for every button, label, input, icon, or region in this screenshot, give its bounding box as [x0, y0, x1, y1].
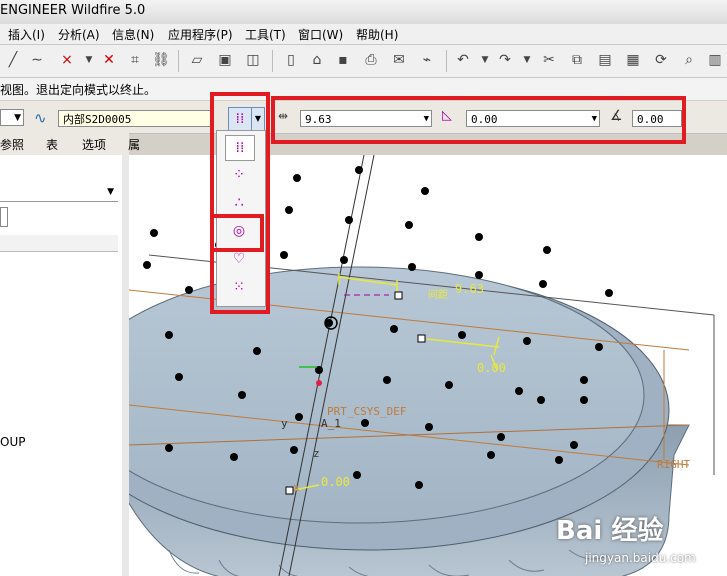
- toolbar-divider: [178, 50, 179, 72]
- redo-dropdown-icon[interactable]: ▼: [516, 49, 538, 71]
- spacing-label: 间距: [428, 290, 448, 301]
- paste-icon[interactable]: ▤: [594, 49, 616, 71]
- axis-y-label: y: [281, 417, 288, 430]
- baidu-logo: Bai 经验: [556, 516, 664, 546]
- collector-field[interactable]: ▼: [0, 109, 24, 126]
- chevron-down-icon: ▼: [14, 113, 21, 123]
- toolbar: ╱ ∼ × ▼ ✕ ⌗ ⛓ ▱ ▣ ◫ ▯ ⌂ ▪ ⎙ ✉ ⌁ ↶ ▼ ↷ ▼ …: [0, 45, 727, 78]
- menu-tools[interactable]: 工具(T): [245, 26, 286, 43]
- panel-field[interactable]: [0, 207, 8, 227]
- sketch-field[interactable]: 内部S2D0005: [58, 110, 214, 127]
- menu-analysis[interactable]: 分析(A): [58, 26, 100, 43]
- group-label: OUP: [0, 435, 26, 449]
- paste-special-icon[interactable]: ▦: [622, 49, 644, 71]
- link-icon[interactable]: ⛓: [150, 49, 172, 71]
- toolbar-divider: [446, 50, 447, 72]
- save-icon[interactable]: ▪: [332, 49, 354, 71]
- open-folder-icon[interactable]: ⌂: [306, 49, 328, 71]
- view-orient-icon[interactable]: ▣: [214, 49, 236, 71]
- dimension-handle: [394, 291, 403, 300]
- angle-dimension-value[interactable]: 0.00: [321, 475, 350, 489]
- point-dropdown-icon[interactable]: ▼: [78, 49, 100, 71]
- menu-info[interactable]: 信息(N): [112, 26, 154, 43]
- dimension-handle: [417, 334, 426, 343]
- menu-applications[interactable]: 应用程序(P): [168, 26, 233, 43]
- annotation-box-dropdown: [210, 92, 270, 314]
- menu-bar: 插入(I) 分析(A) 信息(N) 应用程序(P) 工具(T) 窗口(W) 帮助…: [0, 24, 727, 45]
- regenerate-icon[interactable]: ⟳: [650, 49, 672, 71]
- tab-options[interactable]: 选项: [82, 136, 106, 153]
- sketch-line-icon[interactable]: ╱: [2, 49, 24, 71]
- model-tree-panel: ▼ OUP: [0, 155, 123, 576]
- send-icon[interactable]: ⌁: [416, 49, 438, 71]
- redo-icon[interactable]: ↷: [494, 49, 516, 71]
- point-icon[interactable]: ×: [56, 49, 78, 71]
- dimension-handle: [285, 486, 294, 495]
- layer-icon[interactable]: ◫: [242, 49, 264, 71]
- annotation-box-values: [271, 96, 686, 144]
- menu-window[interactable]: 窗口(W): [298, 26, 343, 43]
- title-bar: ENGINEER Wildfire 5.0: [0, 0, 727, 25]
- sketch-curve-icon: ∿: [34, 109, 47, 127]
- select-icon[interactable]: ▥: [704, 49, 726, 71]
- tab-references[interactable]: 参照: [0, 136, 24, 153]
- spacing-dimension-value[interactable]: 9.63: [455, 282, 484, 296]
- dashboard-tabs: 参照 表 选项 属性: [0, 133, 140, 169]
- tab-table[interactable]: 表: [46, 136, 58, 153]
- undo-icon[interactable]: ↶: [452, 49, 474, 71]
- app-title: ENGINEER Wildfire 5.0: [0, 3, 146, 18]
- annotation-box-circle-option: [210, 214, 264, 252]
- datum-plane-label: RIGHT: [657, 458, 691, 471]
- menu-insert[interactable]: 插入(I): [8, 26, 45, 43]
- menu-help[interactable]: 帮助(H): [356, 26, 398, 43]
- copy-icon[interactable]: ⧉: [566, 49, 588, 71]
- panel-header: ▼: [0, 187, 118, 202]
- print-icon[interactable]: ⎙: [360, 49, 382, 71]
- email-icon[interactable]: ✉: [388, 49, 410, 71]
- axis-label: A_1: [321, 417, 341, 430]
- toolbar-divider: [272, 50, 273, 72]
- new-file-icon[interactable]: ▯: [280, 49, 302, 71]
- find-icon[interactable]: ⌕: [678, 49, 700, 71]
- view-icon[interactable]: ▱: [186, 49, 208, 71]
- undo-dropdown-icon[interactable]: ▼: [474, 49, 496, 71]
- chevron-down-icon[interactable]: ▼: [107, 187, 114, 197]
- axis-x-label: x: [293, 481, 300, 494]
- status-message: 视图。退出定向模式以终止。: [0, 83, 157, 97]
- panel-row: [0, 235, 118, 252]
- cut-icon[interactable]: ✂: [538, 49, 560, 71]
- spline-icon[interactable]: ∼: [26, 49, 48, 71]
- axis-z-label: z: [313, 447, 320, 460]
- dimension-icon[interactable]: ⌗: [124, 49, 146, 71]
- trim-icon[interactable]: ✕: [98, 49, 120, 71]
- panel-scrollbar[interactable]: [122, 155, 129, 576]
- csys-origin: [316, 380, 322, 386]
- edge-dimension-value[interactable]: 0.00: [477, 361, 506, 375]
- watermark-url: jingyan.baidu.com: [585, 551, 696, 565]
